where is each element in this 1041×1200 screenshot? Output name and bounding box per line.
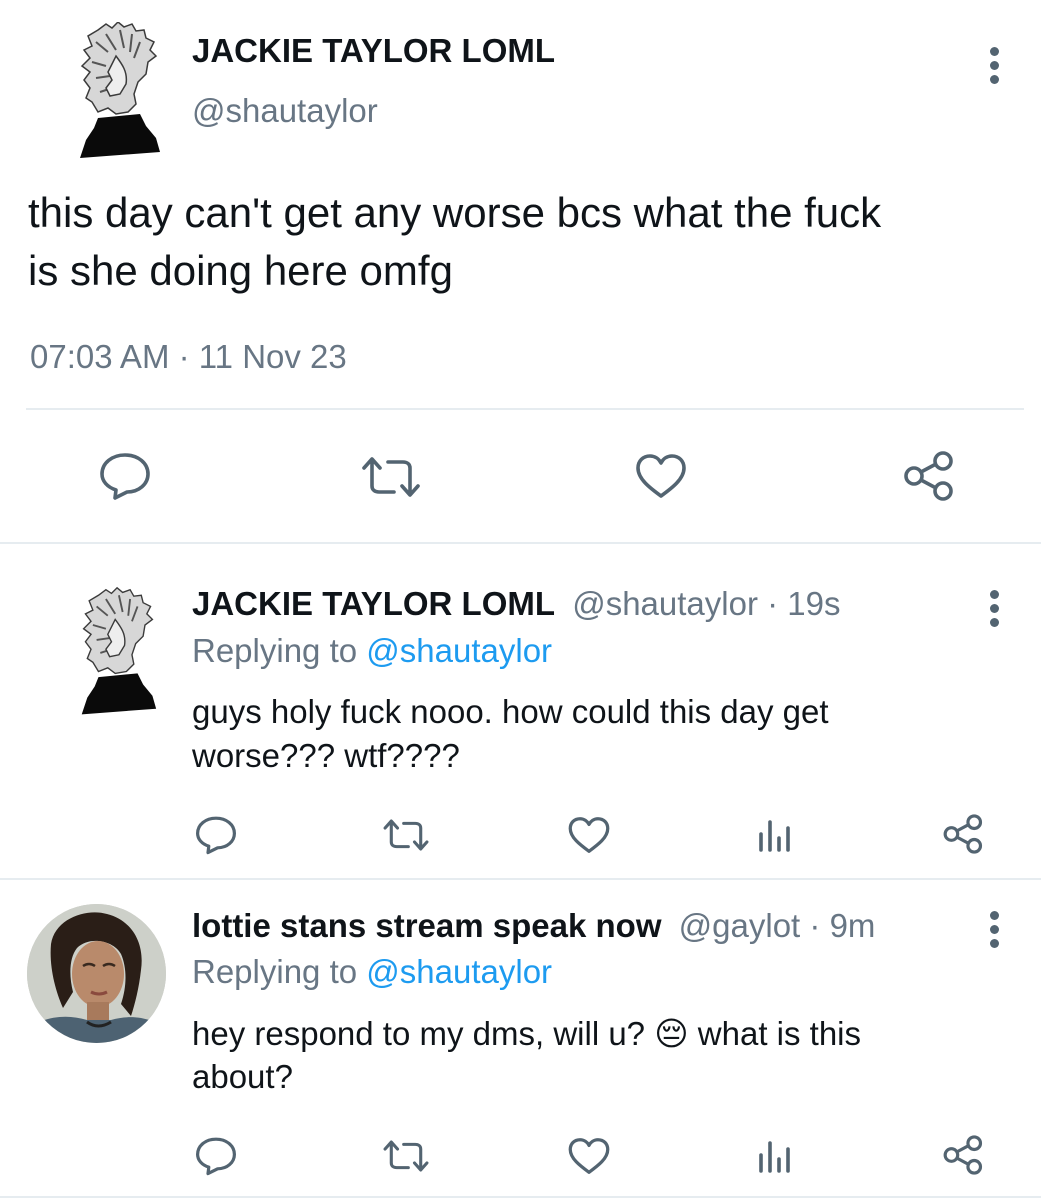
share-icon[interactable] <box>902 450 958 502</box>
retweet-icon[interactable] <box>382 817 430 853</box>
avatar[interactable] <box>27 904 166 1043</box>
pensive-emoji-icon: 😔 <box>654 1015 689 1052</box>
handle[interactable]: @gaylot <box>679 907 801 944</box>
replying-to-label: Replying to <box>192 953 358 990</box>
retweet-icon[interactable] <box>360 454 422 500</box>
like-icon[interactable] <box>567 1136 611 1176</box>
display-name[interactable]: JACKIE TAYLOR LOML <box>192 32 555 70</box>
reply-time: · 19s <box>767 585 841 622</box>
tweet-text-line-2: is she doing here omfg <box>28 247 453 294</box>
share-icon[interactable] <box>942 1134 986 1176</box>
reply-text-line-1: guys holy fuck nooo. how could this day … <box>192 693 829 730</box>
replying-to-link[interactable]: @shautaylor <box>366 953 552 990</box>
analytics-icon[interactable] <box>757 816 793 852</box>
replying-to: Replying to @shautaylor <box>192 953 552 991</box>
timestamp: 07:03 AM · 11 Nov 23 <box>30 338 347 376</box>
more-options-icon[interactable] <box>987 911 1001 953</box>
replying-to-label: Replying to <box>192 632 358 669</box>
divider <box>0 542 1041 544</box>
reply-text-line-1: hey respond to my dms, will u? 😔 what is… <box>192 1014 861 1053</box>
like-icon[interactable] <box>634 452 688 500</box>
reply-header: lottie stans stream speak now @gaylot · … <box>192 907 875 945</box>
reply-text-part-1: hey respond to my dms, will u? <box>192 1015 646 1052</box>
share-icon[interactable] <box>942 813 986 855</box>
more-options-icon[interactable] <box>987 590 1001 632</box>
separator: · <box>178 338 190 375</box>
tweet-time: 07:03 AM <box>30 338 170 375</box>
handle[interactable]: @shautaylor <box>572 585 758 622</box>
avatar[interactable] <box>76 22 162 160</box>
analytics-icon[interactable] <box>757 1137 793 1173</box>
reply-icon[interactable] <box>194 1136 238 1176</box>
replying-to: Replying to @shautaylor <box>192 632 552 670</box>
reply-time: · 9m <box>809 907 876 944</box>
reply-text-part-2: what is this <box>697 1015 862 1052</box>
divider <box>0 1196 1041 1198</box>
reply-header: JACKIE TAYLOR LOML @shautaylor · 19s <box>192 585 841 623</box>
replying-to-link[interactable]: @shautaylor <box>366 632 552 669</box>
more-options-icon[interactable] <box>987 47 1001 89</box>
reply-icon[interactable] <box>194 815 238 855</box>
reply-text-line-2: worse??? wtf???? <box>192 737 460 774</box>
handle[interactable]: @shautaylor <box>192 92 378 130</box>
reply-text-line-2: about? <box>192 1058 293 1095</box>
reply-icon[interactable] <box>98 451 152 501</box>
display-name[interactable]: JACKIE TAYLOR LOML <box>192 585 555 622</box>
divider <box>26 408 1024 410</box>
tweet-date: 11 Nov 23 <box>198 338 347 375</box>
tweet-text-line-1: this day can't get any worse bcs what th… <box>28 189 882 236</box>
display-name[interactable]: lottie stans stream speak now <box>192 907 662 944</box>
retweet-icon[interactable] <box>382 1138 430 1174</box>
divider <box>0 878 1041 880</box>
like-icon[interactable] <box>567 815 611 855</box>
avatar[interactable] <box>78 582 158 722</box>
